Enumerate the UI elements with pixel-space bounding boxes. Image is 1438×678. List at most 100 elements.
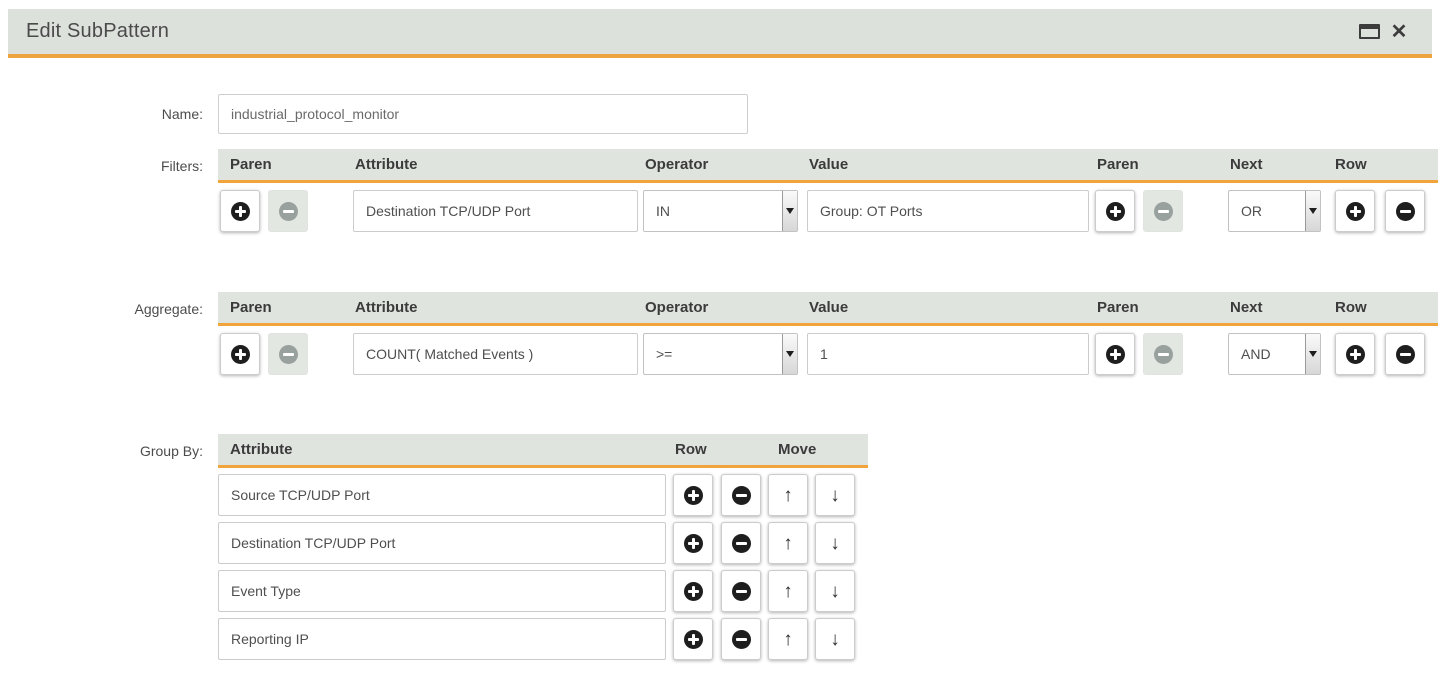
filter-next-select[interactable]: OR — [1228, 190, 1321, 232]
close-icon: ✕ — [1391, 22, 1408, 42]
filter-operator-select[interactable]: IN — [643, 190, 798, 232]
filters-header: Paren Attribute Operator Value Paren Nex… — [218, 149, 1438, 183]
filter-delete-row-button[interactable] — [1385, 190, 1425, 232]
group-by-attribute-input[interactable] — [218, 570, 666, 612]
group-by-add-row-button[interactable] — [673, 474, 713, 516]
plus-circle-icon — [1106, 202, 1125, 221]
col-move: Move — [778, 441, 816, 458]
group-by-attribute-input[interactable] — [218, 522, 666, 564]
group-by-move-up-button[interactable]: ↑ — [768, 522, 808, 564]
arrow-up-icon: ↑ — [783, 534, 793, 553]
chevron-down-icon — [786, 351, 794, 357]
filter-remove-paren-button — [268, 190, 308, 232]
group-by-move-up-button[interactable]: ↑ — [768, 618, 808, 660]
plus-circle-icon — [684, 534, 703, 553]
group-by-delete-row-button[interactable] — [721, 618, 761, 660]
filter-value-input[interactable] — [807, 190, 1089, 232]
plus-circle-icon — [231, 345, 250, 364]
aggregate-section: Aggregate: Paren Attribute Operator Valu… — [8, 292, 1432, 375]
group-by-delete-row-button[interactable] — [721, 474, 761, 516]
edit-subpattern-dialog: Edit SubPattern ✕ Name: Filters: Paren A… — [8, 9, 1432, 660]
aggregate-close-paren-button[interactable] — [1095, 333, 1135, 375]
col-value: Value — [809, 156, 848, 173]
minus-circle-icon — [1154, 345, 1173, 364]
filter-attribute-input[interactable] — [353, 190, 638, 232]
name-row: Name: — [8, 94, 1432, 134]
group-by-move-down-button[interactable]: ↓ — [815, 618, 855, 660]
name-label: Name: — [8, 106, 203, 122]
group-by-row: ↑ ↓ — [218, 618, 1432, 660]
col-row: Row — [1335, 299, 1367, 316]
dropdown-button[interactable] — [782, 191, 797, 231]
chevron-down-icon — [786, 208, 794, 214]
group-by-move-down-button[interactable]: ↓ — [815, 474, 855, 516]
aggregate-remove-paren-button — [268, 333, 308, 375]
arrow-down-icon: ↓ — [830, 582, 840, 601]
col-row: Row — [1335, 156, 1367, 173]
col-operator: Operator — [645, 156, 708, 173]
group-by-row: ↑ ↓ — [218, 570, 1432, 612]
minus-circle-icon — [1154, 202, 1173, 221]
group-by-row: ↑ ↓ — [218, 522, 1432, 564]
group-by-add-row-button[interactable] — [673, 570, 713, 612]
close-button[interactable]: ✕ — [1384, 17, 1414, 47]
group-by-add-row-button[interactable] — [673, 522, 713, 564]
aggregate-next-value: AND — [1229, 334, 1305, 374]
aggregate-value-input[interactable] — [807, 333, 1089, 375]
group-by-move-down-button[interactable]: ↓ — [815, 570, 855, 612]
maximize-button[interactable] — [1354, 17, 1384, 47]
filters-section: Filters: Paren Attribute Operator Value … — [8, 149, 1432, 232]
minus-circle-icon — [1396, 202, 1415, 221]
col-next: Next — [1230, 156, 1263, 173]
filter-open-paren-button[interactable] — [220, 190, 260, 232]
aggregate-header: Paren Attribute Operator Value Paren Nex… — [218, 292, 1438, 326]
filters-label: Filters: — [8, 149, 203, 232]
chevron-down-icon — [1309, 208, 1317, 214]
group-by-delete-row-button[interactable] — [721, 522, 761, 564]
window-maximize-icon — [1359, 24, 1380, 39]
group-by-move-down-button[interactable]: ↓ — [815, 522, 855, 564]
chevron-down-icon — [1309, 351, 1317, 357]
dropdown-button[interactable] — [782, 334, 797, 374]
dropdown-button[interactable] — [1305, 334, 1320, 374]
plus-circle-icon — [684, 582, 703, 601]
arrow-down-icon: ↓ — [830, 534, 840, 553]
col-row: Row — [675, 441, 707, 458]
plus-circle-icon — [1346, 202, 1365, 221]
aggregate-next-select[interactable]: AND — [1228, 333, 1321, 375]
col-operator: Operator — [645, 299, 708, 316]
minus-circle-icon — [732, 486, 751, 505]
group-by-row: ↑ ↓ — [218, 474, 1432, 516]
group-by-delete-row-button[interactable] — [721, 570, 761, 612]
aggregate-open-paren-button[interactable] — [220, 333, 260, 375]
arrow-up-icon: ↑ — [783, 486, 793, 505]
aggregate-delete-row-button[interactable] — [1385, 333, 1425, 375]
arrow-up-icon: ↑ — [783, 630, 793, 649]
dialog-titlebar: Edit SubPattern ✕ — [8, 9, 1432, 58]
plus-circle-icon — [684, 630, 703, 649]
name-input[interactable] — [218, 94, 748, 134]
group-by-attribute-input[interactable] — [218, 474, 666, 516]
minus-circle-icon — [732, 582, 751, 601]
group-by-add-row-button[interactable] — [673, 618, 713, 660]
aggregate-attribute-input[interactable] — [353, 333, 638, 375]
plus-circle-icon — [1346, 345, 1365, 364]
minus-circle-icon — [732, 630, 751, 649]
aggregate-remove-close-paren-button — [1143, 333, 1183, 375]
filter-close-paren-button[interactable] — [1095, 190, 1135, 232]
aggregate-operator-select[interactable]: >= — [643, 333, 798, 375]
group-by-move-up-button[interactable]: ↑ — [768, 474, 808, 516]
group-by-attribute-input[interactable] — [218, 618, 666, 660]
plus-circle-icon — [1106, 345, 1125, 364]
group-by-label: Group By: — [8, 434, 203, 660]
col-paren-2: Paren — [1097, 299, 1139, 316]
filter-add-row-button[interactable] — [1335, 190, 1375, 232]
arrow-down-icon: ↓ — [830, 630, 840, 649]
arrow-down-icon: ↓ — [830, 486, 840, 505]
aggregate-add-row-button[interactable] — [1335, 333, 1375, 375]
group-by-section: Group By: Attribute Row Move ↑ ↓ — [8, 434, 1432, 660]
filter-row: IN OR — [218, 190, 1438, 232]
col-attribute: Attribute — [230, 441, 293, 458]
group-by-move-up-button[interactable]: ↑ — [768, 570, 808, 612]
dropdown-button[interactable] — [1305, 191, 1320, 231]
